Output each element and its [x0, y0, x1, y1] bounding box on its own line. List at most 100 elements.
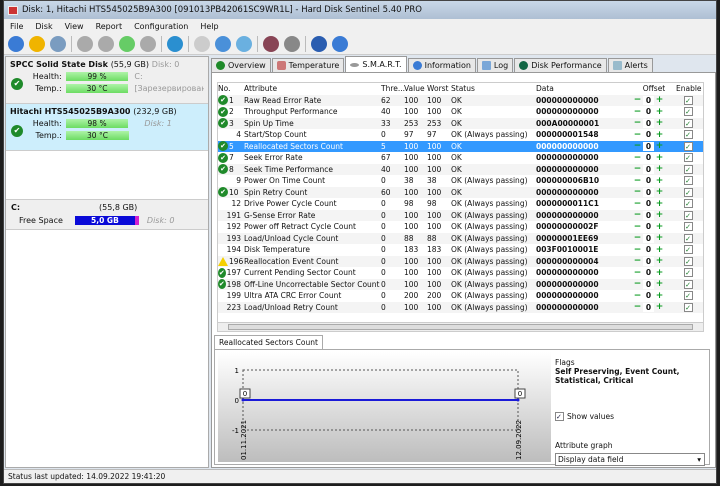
table-row[interactable]: ✔ 5 Reallocated Sectors Count 5 100 100 OK 0000…	[218, 140, 703, 152]
offset-plus-button[interactable]: +	[654, 245, 665, 255]
alert-icon[interactable]	[29, 35, 45, 52]
offset-plus-button[interactable]: +	[654, 268, 665, 278]
enable-checkbox[interactable]: ✓	[683, 233, 693, 243]
disk-item-1[interactable]: Hitachi HTS545025B9A300 (232,9 GB) ✔ Hea…	[6, 104, 208, 151]
col-enable[interactable]: Enable	[676, 84, 702, 93]
col-no[interactable]: No.	[218, 84, 244, 93]
table-row[interactable]: 223 Load/Unload Retry Count 0 100 100 OK (Alw…	[218, 301, 703, 313]
col-offset[interactable]: Offset	[632, 84, 676, 93]
tab-disk-performance[interactable]: Disk Performance	[514, 58, 607, 72]
offset-input[interactable]: 0	[643, 256, 654, 266]
offset-minus-button[interactable]: −	[632, 187, 643, 197]
offset-minus-button[interactable]: −	[632, 291, 643, 301]
offset-input[interactable]: 0	[643, 95, 654, 105]
offset-minus-button[interactable]: −	[632, 199, 643, 209]
enable-checkbox[interactable]: ✓	[683, 130, 693, 140]
table-row[interactable]: ✔ 2 Throughput Performance 40 100 100 OK 000000…	[218, 106, 703, 118]
table-row[interactable]: ✔ 197 Current Pending Sector Count 0 100 100 O…	[218, 267, 703, 279]
offset-minus-button[interactable]: −	[632, 107, 643, 117]
table-row[interactable]: ✔ 1 Raw Read Error Rate 62 100 100 OK 000000000…	[218, 94, 703, 106]
table-row[interactable]: 4 Start/Stop Count 0 97 97 OK (Always passing…	[218, 129, 703, 141]
enable-checkbox[interactable]: ✓	[683, 199, 693, 209]
tab-alerts[interactable]: Alerts	[607, 58, 653, 72]
offset-plus-button[interactable]: +	[654, 222, 665, 232]
col-threshold[interactable]: Thre...	[381, 84, 405, 93]
offset-plus-button[interactable]: +	[654, 302, 665, 312]
enable-checkbox[interactable]: ✓	[683, 222, 693, 232]
tab-log[interactable]: Log	[476, 58, 514, 72]
offset-plus-button[interactable]: +	[654, 164, 665, 174]
network-icon[interactable]	[236, 35, 252, 52]
disk-icon[interactable]	[50, 35, 66, 52]
offset-input[interactable]: 0	[643, 279, 654, 289]
offset-plus-button[interactable]: +	[654, 118, 665, 128]
offset-input[interactable]: 0	[643, 222, 654, 232]
offset-input[interactable]: 0	[643, 268, 654, 278]
offset-plus-button[interactable]: +	[654, 130, 665, 140]
info-icon[interactable]	[332, 35, 348, 52]
offset-minus-button[interactable]: −	[632, 268, 643, 278]
offset-minus-button[interactable]: −	[632, 164, 643, 174]
table-row[interactable]: 9 Power On Time Count 0 38 38 OK (Always pass…	[218, 175, 703, 187]
offset-minus-button[interactable]: −	[632, 222, 643, 232]
offset-input[interactable]: 0	[643, 233, 654, 243]
offset-plus-button[interactable]: +	[654, 233, 665, 243]
offset-minus-button[interactable]: −	[632, 153, 643, 163]
show-values-checkbox[interactable]: ✓ Show values	[555, 412, 705, 421]
attribute-graph-select[interactable]: Display data field ▾	[555, 453, 705, 466]
offset-input[interactable]: 0	[643, 164, 654, 174]
scrollbar-thumb[interactable]	[228, 324, 693, 330]
enable-checkbox[interactable]: ✓	[683, 210, 693, 220]
enable-checkbox[interactable]: ✓	[683, 118, 693, 128]
offset-plus-button[interactable]: +	[654, 153, 665, 163]
table-row[interactable]: 191 G-Sense Error Rate 0 100 100 OK (Always p…	[218, 209, 703, 221]
disk-remove-icon[interactable]	[140, 35, 156, 52]
table-row[interactable]: 199 Ultra ATA CRC Error Count 0 200 200 OK (A…	[218, 290, 703, 302]
offset-input[interactable]: 0	[643, 141, 654, 151]
tab-overview[interactable]: Overview	[211, 58, 271, 72]
enable-checkbox[interactable]: ✓	[683, 279, 693, 289]
menu-file[interactable]: File	[4, 22, 29, 31]
offset-minus-button[interactable]: −	[632, 176, 643, 186]
globe-icon[interactable]	[167, 35, 183, 52]
table-row[interactable]: ✔ 10 Spin Retry Count 60 100 100 OK 00000000000…	[218, 186, 703, 198]
offset-input[interactable]: 0	[643, 118, 654, 128]
offset-input[interactable]: 0	[643, 176, 654, 186]
offset-input[interactable]: 0	[643, 302, 654, 312]
table-row[interactable]: ✔ 7 Seek Error Rate 67 100 100 OK 000000000000 −…	[218, 152, 703, 164]
offset-minus-button[interactable]: −	[632, 279, 643, 289]
enable-checkbox[interactable]: ✓	[683, 245, 693, 255]
offset-input[interactable]: 0	[643, 130, 654, 140]
table-row[interactable]: 192 Power off Retract Cycle Count 0 100 100 O…	[218, 221, 703, 233]
table-row[interactable]: ✔ 198 Off-Line Uncorrectable Sector Count 0…	[218, 278, 703, 290]
col-status[interactable]: Status	[451, 84, 536, 93]
monitor-icon[interactable]	[263, 35, 279, 52]
menu-view[interactable]: View	[59, 22, 90, 31]
offset-plus-button[interactable]: +	[654, 95, 665, 105]
offset-plus-button[interactable]: +	[654, 291, 665, 301]
disk-ok-icon[interactable]	[119, 35, 135, 52]
offset-plus-button[interactable]: +	[654, 256, 665, 266]
offset-input[interactable]: 0	[643, 199, 654, 209]
menu-help[interactable]: Help	[194, 22, 224, 31]
offset-plus-button[interactable]: +	[654, 199, 665, 209]
enable-checkbox[interactable]: ✓	[683, 164, 693, 174]
enable-checkbox[interactable]: ✓	[683, 95, 693, 105]
table-row[interactable]: ✔ 3 Spin Up Time 33 253 253 OK 000A00000001 −0 + ✓	[218, 117, 703, 129]
enable-checkbox[interactable]: ✓	[683, 268, 693, 278]
col-value[interactable]: Value	[404, 84, 427, 93]
disk-test-2-icon[interactable]	[98, 35, 114, 52]
col-worst[interactable]: Worst	[427, 84, 451, 93]
offset-minus-button[interactable]: −	[632, 233, 643, 243]
disk-test-icon[interactable]	[77, 35, 93, 52]
table-row[interactable]: 12 Drive Power Cycle Count 0 98 98 OK (Always…	[218, 198, 703, 210]
offset-plus-button[interactable]: +	[654, 279, 665, 289]
offset-input[interactable]: 0	[643, 153, 654, 163]
volume-item[interactable]: C: (55,8 GB) Free Space 5,0 GB Disk: 0	[6, 199, 208, 230]
offset-minus-button[interactable]: −	[632, 210, 643, 220]
menu-configuration[interactable]: Configuration	[128, 22, 194, 31]
sync-icon[interactable]	[215, 35, 231, 52]
offset-minus-button[interactable]: −	[632, 130, 643, 140]
offset-plus-button[interactable]: +	[654, 141, 665, 151]
enable-checkbox[interactable]: ✓	[683, 256, 693, 266]
